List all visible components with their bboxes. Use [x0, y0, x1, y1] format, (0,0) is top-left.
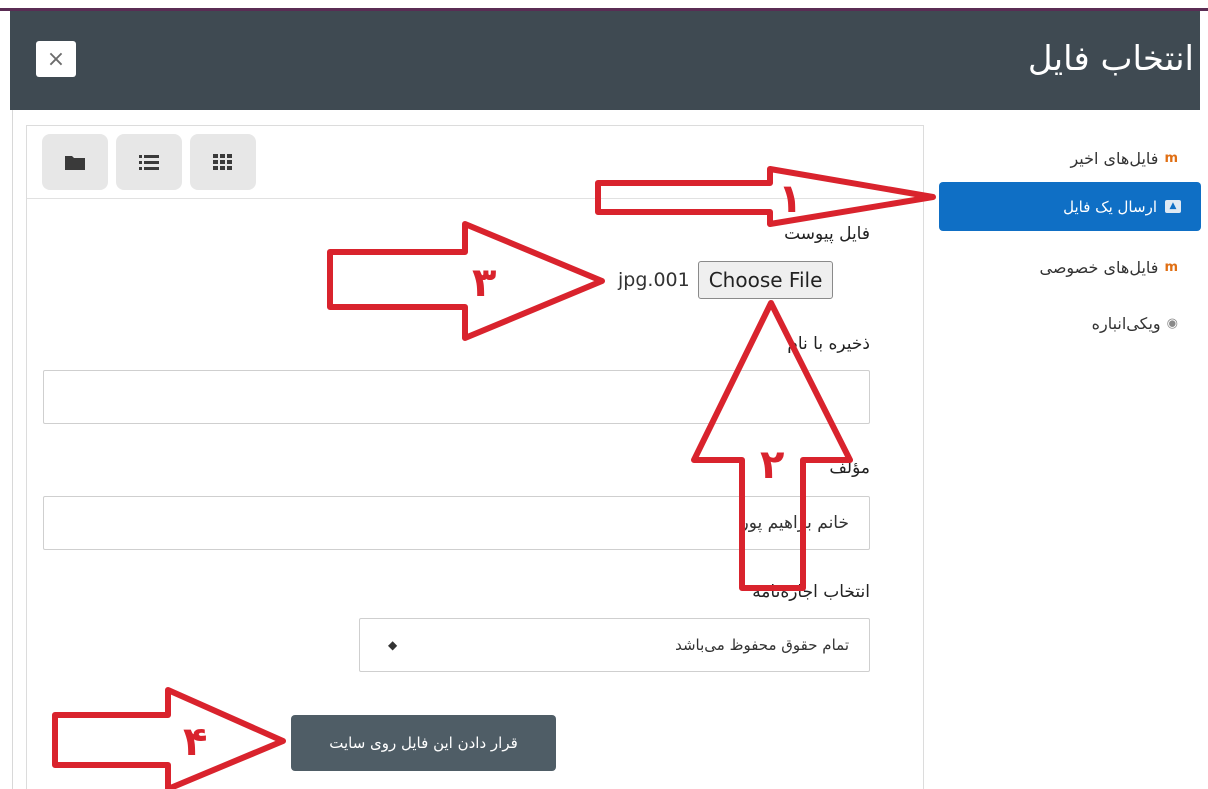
top-strip: [0, 0, 1208, 8]
list-icon: [139, 155, 159, 170]
select-arrows-icon: ◆: [388, 638, 398, 652]
folder-icon: [65, 156, 85, 170]
moodle-icon: m: [1164, 150, 1178, 166]
sidebar-item-upload[interactable]: ▲ ارسال یک فایل: [939, 182, 1201, 231]
sidebar-item-wikimedia[interactable]: ◉ ویکی‌انباره: [1092, 308, 1178, 338]
close-button[interactable]: ×: [36, 41, 76, 77]
close-icon: ×: [46, 46, 66, 72]
dialog-title: انتخاب فایل: [1027, 39, 1194, 79]
wikimedia-icon: ◉: [1166, 315, 1178, 331]
license-select[interactable]: ◆ تمام حقوق محفوظ می‌باشد: [359, 618, 870, 672]
file-input-row: jpg.001 Choose File: [618, 260, 834, 300]
sidebar-item-label: فایل‌های خصوصی: [1039, 257, 1159, 277]
grid-view-button[interactable]: [190, 134, 256, 190]
list-view-button[interactable]: [116, 134, 182, 190]
save-as-label: ذخیره با نام: [787, 334, 870, 354]
upload-icon: ▲: [1165, 200, 1181, 213]
sidebar-item-recent-files[interactable]: m فایل‌های اخیر: [1070, 143, 1178, 173]
upload-submit-button[interactable]: قرار دادن این فایل روی سایت: [291, 715, 556, 771]
folder-view-button[interactable]: [42, 134, 108, 190]
attachment-label: فایل پیوست: [784, 224, 870, 244]
moodle-icon: m: [1164, 259, 1178, 275]
selected-file-name: jpg.001: [618, 269, 690, 291]
author-input[interactable]: خانم براهیم پور: [43, 496, 870, 550]
save-as-input[interactable]: [43, 370, 870, 424]
author-label: مؤلف: [829, 458, 870, 478]
choose-file-button[interactable]: Choose File: [697, 261, 834, 299]
sidebar-item-label: ارسال یک فایل: [1063, 197, 1157, 216]
toolbar-divider: [27, 198, 923, 199]
license-label: انتخاب اجازه‌نامه: [752, 582, 870, 602]
sidebar-item-private-files[interactable]: m فایل‌های خصوصی: [1039, 252, 1178, 282]
dialog-header: × انتخاب فایل: [10, 11, 1200, 110]
license-value: تمام حقوق محفوظ می‌باشد: [675, 636, 849, 654]
sidebar-item-label: ویکی‌انباره: [1091, 313, 1161, 333]
left-edge: [0, 110, 13, 789]
sidebar-item-label: فایل‌های اخیر: [1070, 148, 1159, 168]
grid-icon: [213, 154, 232, 170]
